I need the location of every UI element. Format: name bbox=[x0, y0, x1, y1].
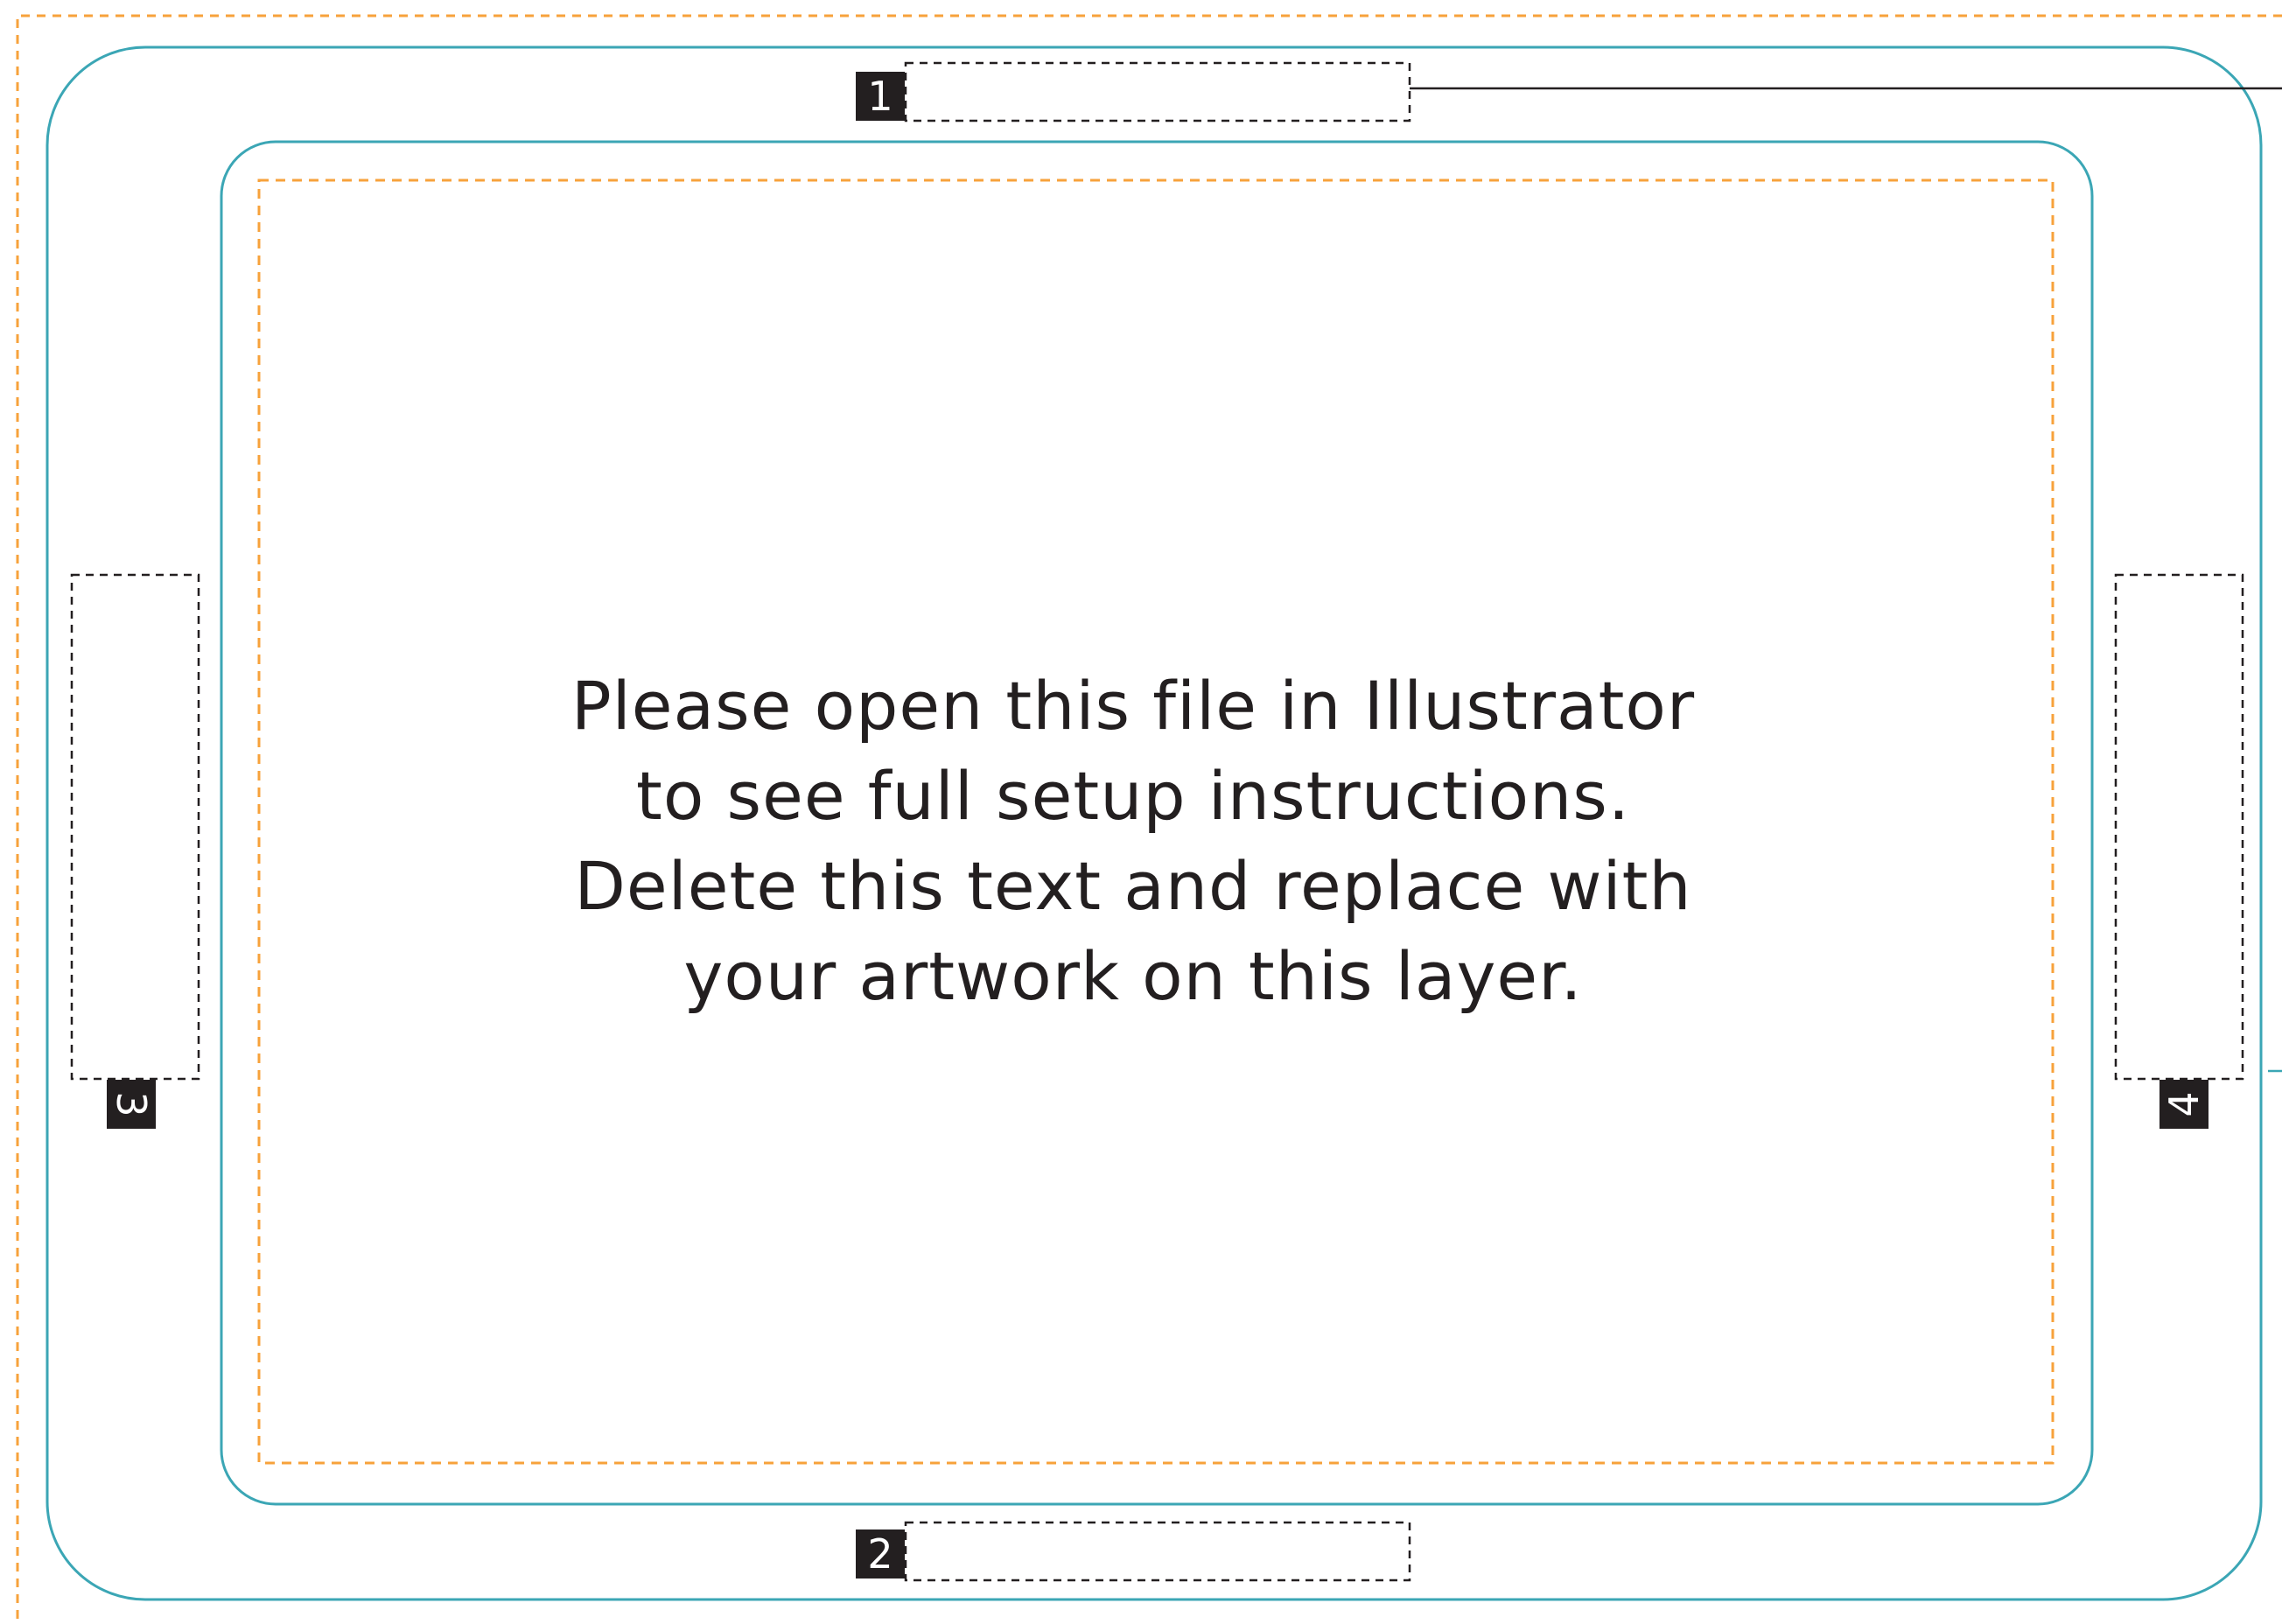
placeholder-box-1 bbox=[904, 61, 1411, 122]
instruction-line: Please open this file in Illustrator bbox=[570, 667, 1696, 745]
marker-badge-3: 3 bbox=[107, 1080, 156, 1129]
marker-badge-4: 4 bbox=[2160, 1080, 2208, 1129]
marker-badge-1: 1 bbox=[856, 72, 905, 121]
marker-badge-2: 2 bbox=[856, 1530, 905, 1578]
placeholder-box-2 bbox=[904, 1521, 1411, 1582]
placeholder-box-4 bbox=[2114, 573, 2244, 1081]
instruction-text: Please open this file in Illustrator to … bbox=[560, 661, 1706, 1021]
instruction-line: your artwork on this layer. bbox=[683, 937, 1583, 1015]
instruction-line: to see full setup instructions. bbox=[636, 757, 1630, 835]
instruction-line: Delete this text and replace with bbox=[574, 847, 1692, 925]
placeholder-box-3 bbox=[70, 573, 200, 1081]
